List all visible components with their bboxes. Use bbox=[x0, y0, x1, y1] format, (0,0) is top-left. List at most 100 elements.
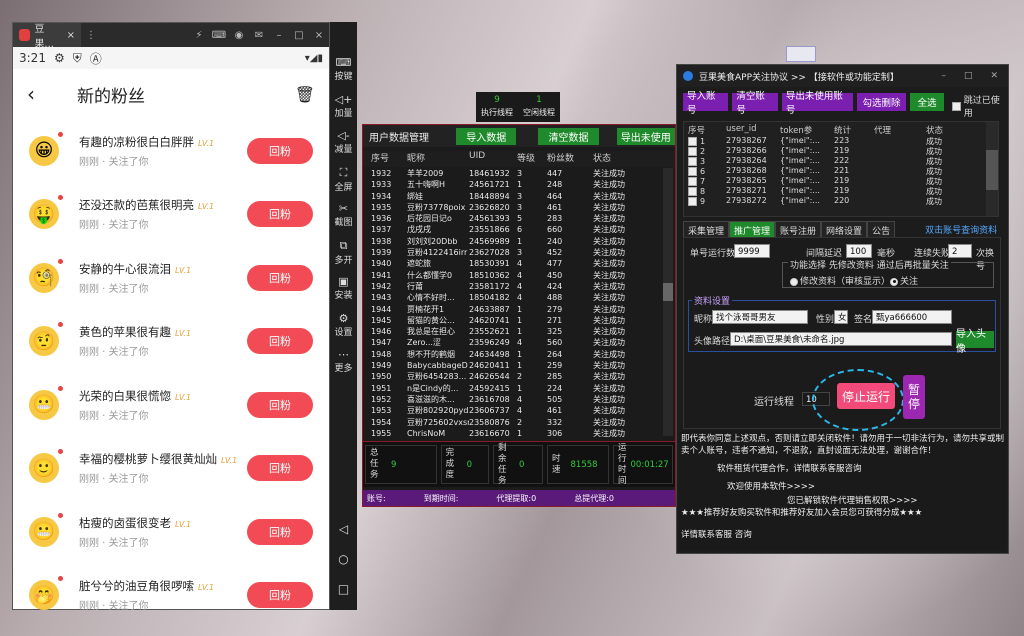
modify-profile-radio[interactable]: 修改资料（审核显示） bbox=[790, 274, 890, 287]
nickname-input[interactable]: 找个泳哥哥男友 bbox=[712, 310, 808, 324]
follow-radio[interactable]: 关注 bbox=[890, 274, 918, 287]
back-icon[interactable]: ‹ bbox=[27, 82, 67, 106]
account-row[interactable]: 1 27938267 {"imei":... 223 成功 bbox=[684, 136, 998, 146]
sidebar-item[interactable]: ◁+ 加量 bbox=[330, 93, 357, 119]
sidebar-item[interactable]: ⌨ 按键 bbox=[330, 56, 357, 82]
fan-list-item[interactable]: 😬 光荣的白果很慌惚 LV.1 刚刚 · 关注了你 回粉 bbox=[13, 373, 331, 436]
follow-back-button[interactable]: 回粉 bbox=[247, 137, 313, 164]
nav-back-icon[interactable]: ◁ bbox=[330, 522, 357, 536]
import-data-button[interactable]: 导入数据 bbox=[456, 127, 517, 145]
fan-list-item[interactable]: 🤭 脏兮兮的油豆角很啰嗦 LV.1 刚刚 · 关注了你 回粉 bbox=[13, 564, 331, 627]
column-header[interactable]: user_id bbox=[726, 124, 780, 136]
follow-back-button[interactable]: 回粉 bbox=[247, 582, 313, 608]
table-row[interactable]: 1937 戊戌戌 23551866 6 660 关注成功 bbox=[363, 224, 661, 235]
column-header[interactable]: UID bbox=[469, 151, 517, 167]
avatar-path-input[interactable]: D:\桌面\豆果美食\未命名.jpg bbox=[730, 332, 952, 346]
stop-button[interactable]: 停止运行 bbox=[837, 383, 895, 409]
fan-list-item[interactable]: 🤑 还没还款的芭蕉很明亮 LV.1 刚刚 · 关注了你 回粉 bbox=[13, 183, 331, 246]
account-row[interactable]: 9 27938272 {"imei":... 220 成功 bbox=[684, 196, 998, 206]
close-icon[interactable]: ✕ bbox=[990, 71, 998, 81]
account-row[interactable]: 2 27938266 {"imei":... 219 成功 bbox=[684, 146, 998, 156]
column-header[interactable]: 状态 bbox=[926, 124, 986, 136]
close-icon[interactable]: × bbox=[67, 30, 75, 41]
gamepad-icon[interactable]: ⌨ bbox=[209, 30, 229, 41]
table-row[interactable]: 1947 Zero...涩 23596249 4 560 关注成功 bbox=[363, 337, 661, 348]
nav-home-icon[interactable]: ○ bbox=[330, 552, 357, 566]
clear-data-button[interactable]: 清空数据 bbox=[538, 127, 599, 145]
column-header[interactable]: 等级 bbox=[517, 151, 547, 167]
table-row[interactable]: 1935 豆粉73778poix 23626820 3 461 关注成功 bbox=[363, 202, 661, 213]
minimize-icon[interactable]: – bbox=[269, 30, 289, 41]
import-accounts-button[interactable]: 导入账号 bbox=[683, 91, 729, 116]
nav-recent-icon[interactable]: □ bbox=[330, 582, 357, 596]
sidebar-item[interactable]: ⛶ 全屏 bbox=[330, 166, 357, 193]
sidebar-item[interactable]: ▣ 安装 bbox=[330, 275, 357, 301]
row-checkbox[interactable] bbox=[688, 186, 697, 196]
fan-list-item[interactable]: 🤨 黄色的苹果很有趣 LV.1 刚刚 · 关注了你 回粉 bbox=[13, 310, 331, 373]
follow-back-button[interactable]: 回粉 bbox=[247, 264, 313, 291]
export-unused-accounts-button[interactable]: 导出未使用账号 bbox=[781, 91, 853, 116]
table-row[interactable]: 1955 ChrisNoM 23616670 1 306 关注成功 bbox=[363, 428, 661, 438]
column-header[interactable]: 序号 bbox=[688, 124, 726, 136]
table-row[interactable]: 1940 遮蛇旅 18530391 4 477 关注成功 bbox=[363, 258, 661, 269]
row-checkbox[interactable] bbox=[688, 146, 697, 156]
sidebar-item[interactable]: ⋯ 更多 bbox=[330, 348, 357, 374]
clear-accounts-button[interactable]: 清空账号 bbox=[732, 91, 778, 116]
row-checkbox[interactable] bbox=[688, 136, 697, 146]
trash-icon[interactable]: 🗑 bbox=[295, 85, 315, 104]
delete-checked-button[interactable]: 勾选删除 bbox=[856, 93, 907, 111]
follow-back-button[interactable]: 回粉 bbox=[247, 328, 313, 354]
fan-list-item[interactable]: 😀 有趣的凉粉很白白胖胖 LV.1 刚刚 · 关注了你 回粉 bbox=[13, 119, 331, 182]
table-row[interactable]: 1952 喜滋滋的木... 23616708 4 505 关注成功 bbox=[363, 394, 661, 405]
column-header[interactable]: 昵称 bbox=[407, 151, 469, 167]
table-row[interactable]: 1941 什么都懂学0 18510362 4 450 关注成功 bbox=[363, 270, 661, 281]
import-avatar-button[interactable]: 导入头像 bbox=[956, 329, 994, 355]
account-scrollbar[interactable] bbox=[986, 122, 998, 216]
table-row[interactable]: 1954 豆粉725602vxsn 23580876 2 332 关注成功 bbox=[363, 417, 661, 428]
bolt-icon[interactable]: ⚡ bbox=[189, 30, 209, 41]
fan-list-item[interactable]: 🧐 安静的牛心很流泪 LV.1 刚刚 · 关注了你 回粉 bbox=[13, 246, 331, 309]
table-row[interactable]: 1932 羊羊2009 18461932 3 447 关注成功 bbox=[363, 168, 661, 179]
emulator-tab[interactable]: 豆果... × bbox=[13, 23, 81, 50]
row-checkbox[interactable] bbox=[688, 166, 697, 176]
window-close-icon[interactable]: × bbox=[309, 30, 329, 41]
table-row[interactable]: 1939 豆粉4122416irr 23627028 3 452 关注成功 bbox=[363, 247, 661, 258]
fan-list-item[interactable]: 😬 枯瘦的卤蛋很变老 LV.1 刚刚 · 关注了你 回粉 bbox=[13, 500, 331, 563]
user-icon[interactable]: ◉ bbox=[229, 30, 249, 41]
column-header[interactable]: 统计 bbox=[834, 124, 874, 136]
sidebar-item[interactable]: ⚙ 设置 bbox=[330, 312, 357, 338]
account-row[interactable]: 7 27938265 {"imei":... 219 成功 bbox=[684, 176, 998, 186]
userdata-scrollbar[interactable] bbox=[663, 168, 673, 436]
column-header[interactable]: 粉丝数 bbox=[547, 151, 593, 167]
maximize-icon[interactable]: □ bbox=[289, 30, 309, 41]
table-row[interactable]: 1945 留猫的黄公... 24620741 1 271 关注成功 bbox=[363, 315, 661, 326]
sidebar-item[interactable]: ◁- 减量 bbox=[330, 129, 357, 155]
table-row[interactable]: 1948 想不开的鹤烟 24634498 1 264 关注成功 bbox=[363, 349, 661, 360]
sign-input[interactable]: 甄ya666600 bbox=[872, 310, 952, 324]
fail-input[interactable]: 2 bbox=[948, 244, 972, 258]
interval-input[interactable]: 100 bbox=[846, 244, 872, 258]
pause-button[interactable]: 暂停 bbox=[903, 375, 925, 419]
table-row[interactable]: 1946 我总是在担心 23552621 1 325 关注成功 bbox=[363, 326, 661, 337]
sex-input[interactable]: 女 bbox=[834, 310, 848, 324]
table-row[interactable]: 1950 豆粉6454283... 24626544 2 285 关注成功 bbox=[363, 371, 661, 382]
account-row[interactable]: 3 27938264 {"imei":... 222 成功 bbox=[684, 156, 998, 166]
row-checkbox[interactable] bbox=[688, 176, 697, 186]
follow-back-button[interactable]: 回粉 bbox=[247, 391, 313, 418]
row-checkbox[interactable] bbox=[688, 156, 697, 166]
single-run-input[interactable]: 9999 bbox=[734, 244, 770, 258]
account-row[interactable]: 8 27938271 {"imei":... 219 成功 bbox=[684, 186, 998, 196]
table-row[interactable]: 1942 行莆 23581172 4 424 关注成功 bbox=[363, 281, 661, 292]
table-row[interactable]: 1936 后花园日记o 24561393 5 283 关注成功 bbox=[363, 213, 661, 224]
account-row[interactable]: 6 27938268 {"imei":... 221 成功 bbox=[684, 166, 998, 176]
column-header[interactable]: 状态 bbox=[593, 151, 653, 167]
skip-used-checkbox[interactable]: 跳过已使用 bbox=[951, 93, 1008, 119]
minimize-icon[interactable]: – bbox=[941, 71, 946, 81]
follow-back-button[interactable]: 回粉 bbox=[247, 455, 313, 481]
maximize-icon[interactable]: □ bbox=[964, 71, 973, 81]
table-row[interactable]: 1933 五十嗨啊H 24561721 1 248 关注成功 bbox=[363, 179, 661, 190]
table-row[interactable]: 1951 n是Cindy的... 24592415 1 224 关注成功 bbox=[363, 383, 661, 394]
column-header[interactable]: 序号 bbox=[371, 151, 407, 167]
sidebar-item[interactable]: ✂ 截图 bbox=[330, 202, 357, 228]
table-row[interactable]: 1938 刘刘刘20Dbb 24569989 1 240 关注成功 bbox=[363, 236, 661, 247]
